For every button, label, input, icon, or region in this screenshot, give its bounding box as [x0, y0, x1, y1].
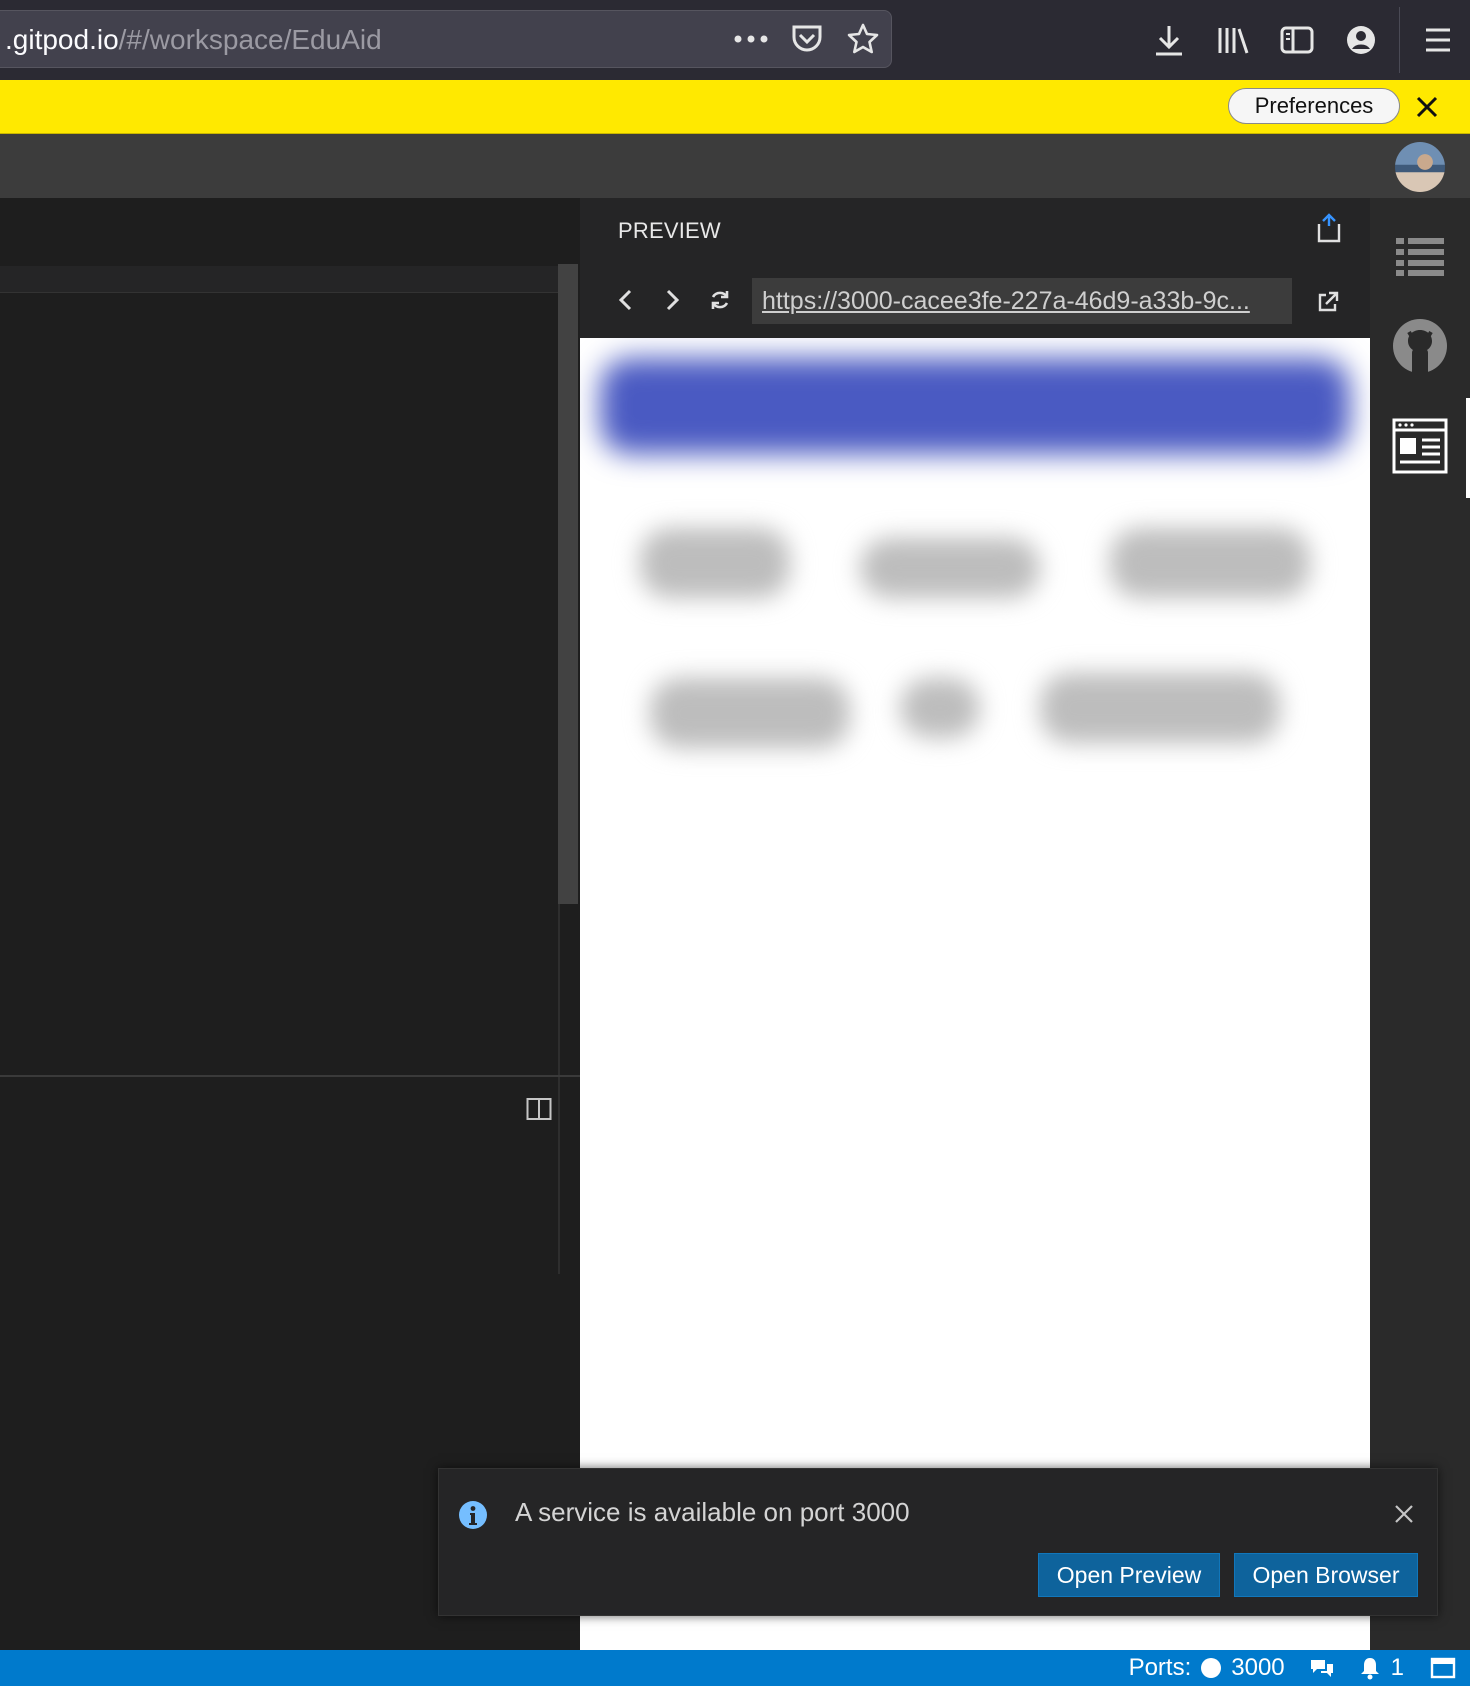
preview-frame[interactable] — [580, 338, 1370, 1650]
external-link-icon[interactable] — [1310, 284, 1346, 320]
notification-toast: A service is available on port 3000 Open… — [438, 1468, 1438, 1616]
port-status-icon — [1201, 1658, 1222, 1678]
notification-count[interactable]: 1 — [1391, 1654, 1404, 1682]
close-icon[interactable] — [1412, 92, 1442, 122]
bookmark-star-icon[interactable] — [843, 21, 883, 57]
blurred-content — [640, 528, 790, 598]
editor-tabstrip — [0, 266, 560, 293]
url-host: .gitpod.io — [5, 24, 119, 55]
blurred-content — [900, 678, 980, 738]
pocket-icon[interactable] — [787, 21, 827, 57]
library-icon[interactable] — [1201, 8, 1265, 72]
address-bar[interactable]: .gitpod.io/#/workspace/EduAid — [0, 10, 892, 68]
close-icon[interactable] — [1389, 1499, 1419, 1529]
panel-toggle-icon[interactable] — [1430, 1657, 1456, 1679]
gitpod-header — [0, 134, 1470, 198]
ports-label[interactable]: Ports: — [1129, 1654, 1192, 1682]
status-bar-right: Ports: 3000 1 — [1129, 1650, 1456, 1686]
more-options-icon[interactable] — [731, 21, 771, 57]
open-to-side-icon[interactable] — [1310, 210, 1346, 246]
editor-scrollbar[interactable] — [558, 264, 578, 904]
preview-icon[interactable] — [1390, 416, 1450, 476]
blurred-content — [650, 678, 850, 748]
preview-title: PREVIEW — [618, 218, 721, 243]
notification-bar: Preferences — [0, 80, 1470, 134]
browser-toolbar: .gitpod.io/#/workspace/EduAid — [0, 0, 1470, 80]
blurred-content — [1110, 528, 1310, 598]
info-icon — [457, 1499, 489, 1531]
sidebar-toggle-icon[interactable] — [1265, 8, 1329, 72]
port-value[interactable]: 3000 — [1231, 1654, 1284, 1682]
back-icon[interactable] — [608, 282, 644, 318]
downloads-icon[interactable] — [1137, 8, 1201, 72]
address-text[interactable]: .gitpod.io/#/workspace/EduAid — [5, 24, 382, 56]
list-icon[interactable] — [1390, 226, 1450, 286]
open-preview-button[interactable]: Open Preview — [1038, 1553, 1220, 1597]
github-icon[interactable] — [1390, 316, 1450, 376]
preview-header: PREVIEW https://3000-cacee3fe-227a-46d9-… — [580, 198, 1370, 338]
split-editor-icon[interactable] — [524, 1094, 554, 1124]
editor-area — [0, 198, 580, 1650]
blurred-banner — [600, 358, 1350, 454]
refresh-icon[interactable] — [702, 282, 738, 318]
blurred-content — [1040, 673, 1280, 743]
bell-icon[interactable] — [1359, 1656, 1381, 1680]
toolbar-separator — [1399, 7, 1400, 73]
active-indicator — [1466, 398, 1470, 498]
feedback-icon[interactable] — [1309, 1657, 1335, 1679]
forward-icon[interactable] — [654, 282, 690, 318]
url-path: /#/workspace/EduAid — [118, 24, 382, 55]
activity-bar — [1370, 198, 1470, 1650]
toolbar-right — [1137, 0, 1470, 80]
hamburger-menu-icon[interactable] — [1406, 8, 1470, 72]
panel-divider[interactable] — [0, 1075, 580, 1077]
toast-message: A service is available on port 3000 — [515, 1497, 910, 1527]
address-bar-actions — [731, 21, 883, 57]
open-browser-button[interactable]: Open Browser — [1234, 1553, 1418, 1597]
account-icon[interactable] — [1329, 8, 1393, 72]
preferences-button[interactable]: Preferences — [1228, 88, 1400, 124]
editor-scroll-track — [558, 904, 560, 1274]
preview-url-input[interactable]: https://3000-cacee3fe-227a-46d9-a33b-9c.… — [752, 278, 1292, 324]
avatar[interactable] — [1395, 142, 1445, 192]
blurred-content — [860, 538, 1040, 598]
status-bar: Ports: 3000 1 — [0, 1650, 1470, 1686]
